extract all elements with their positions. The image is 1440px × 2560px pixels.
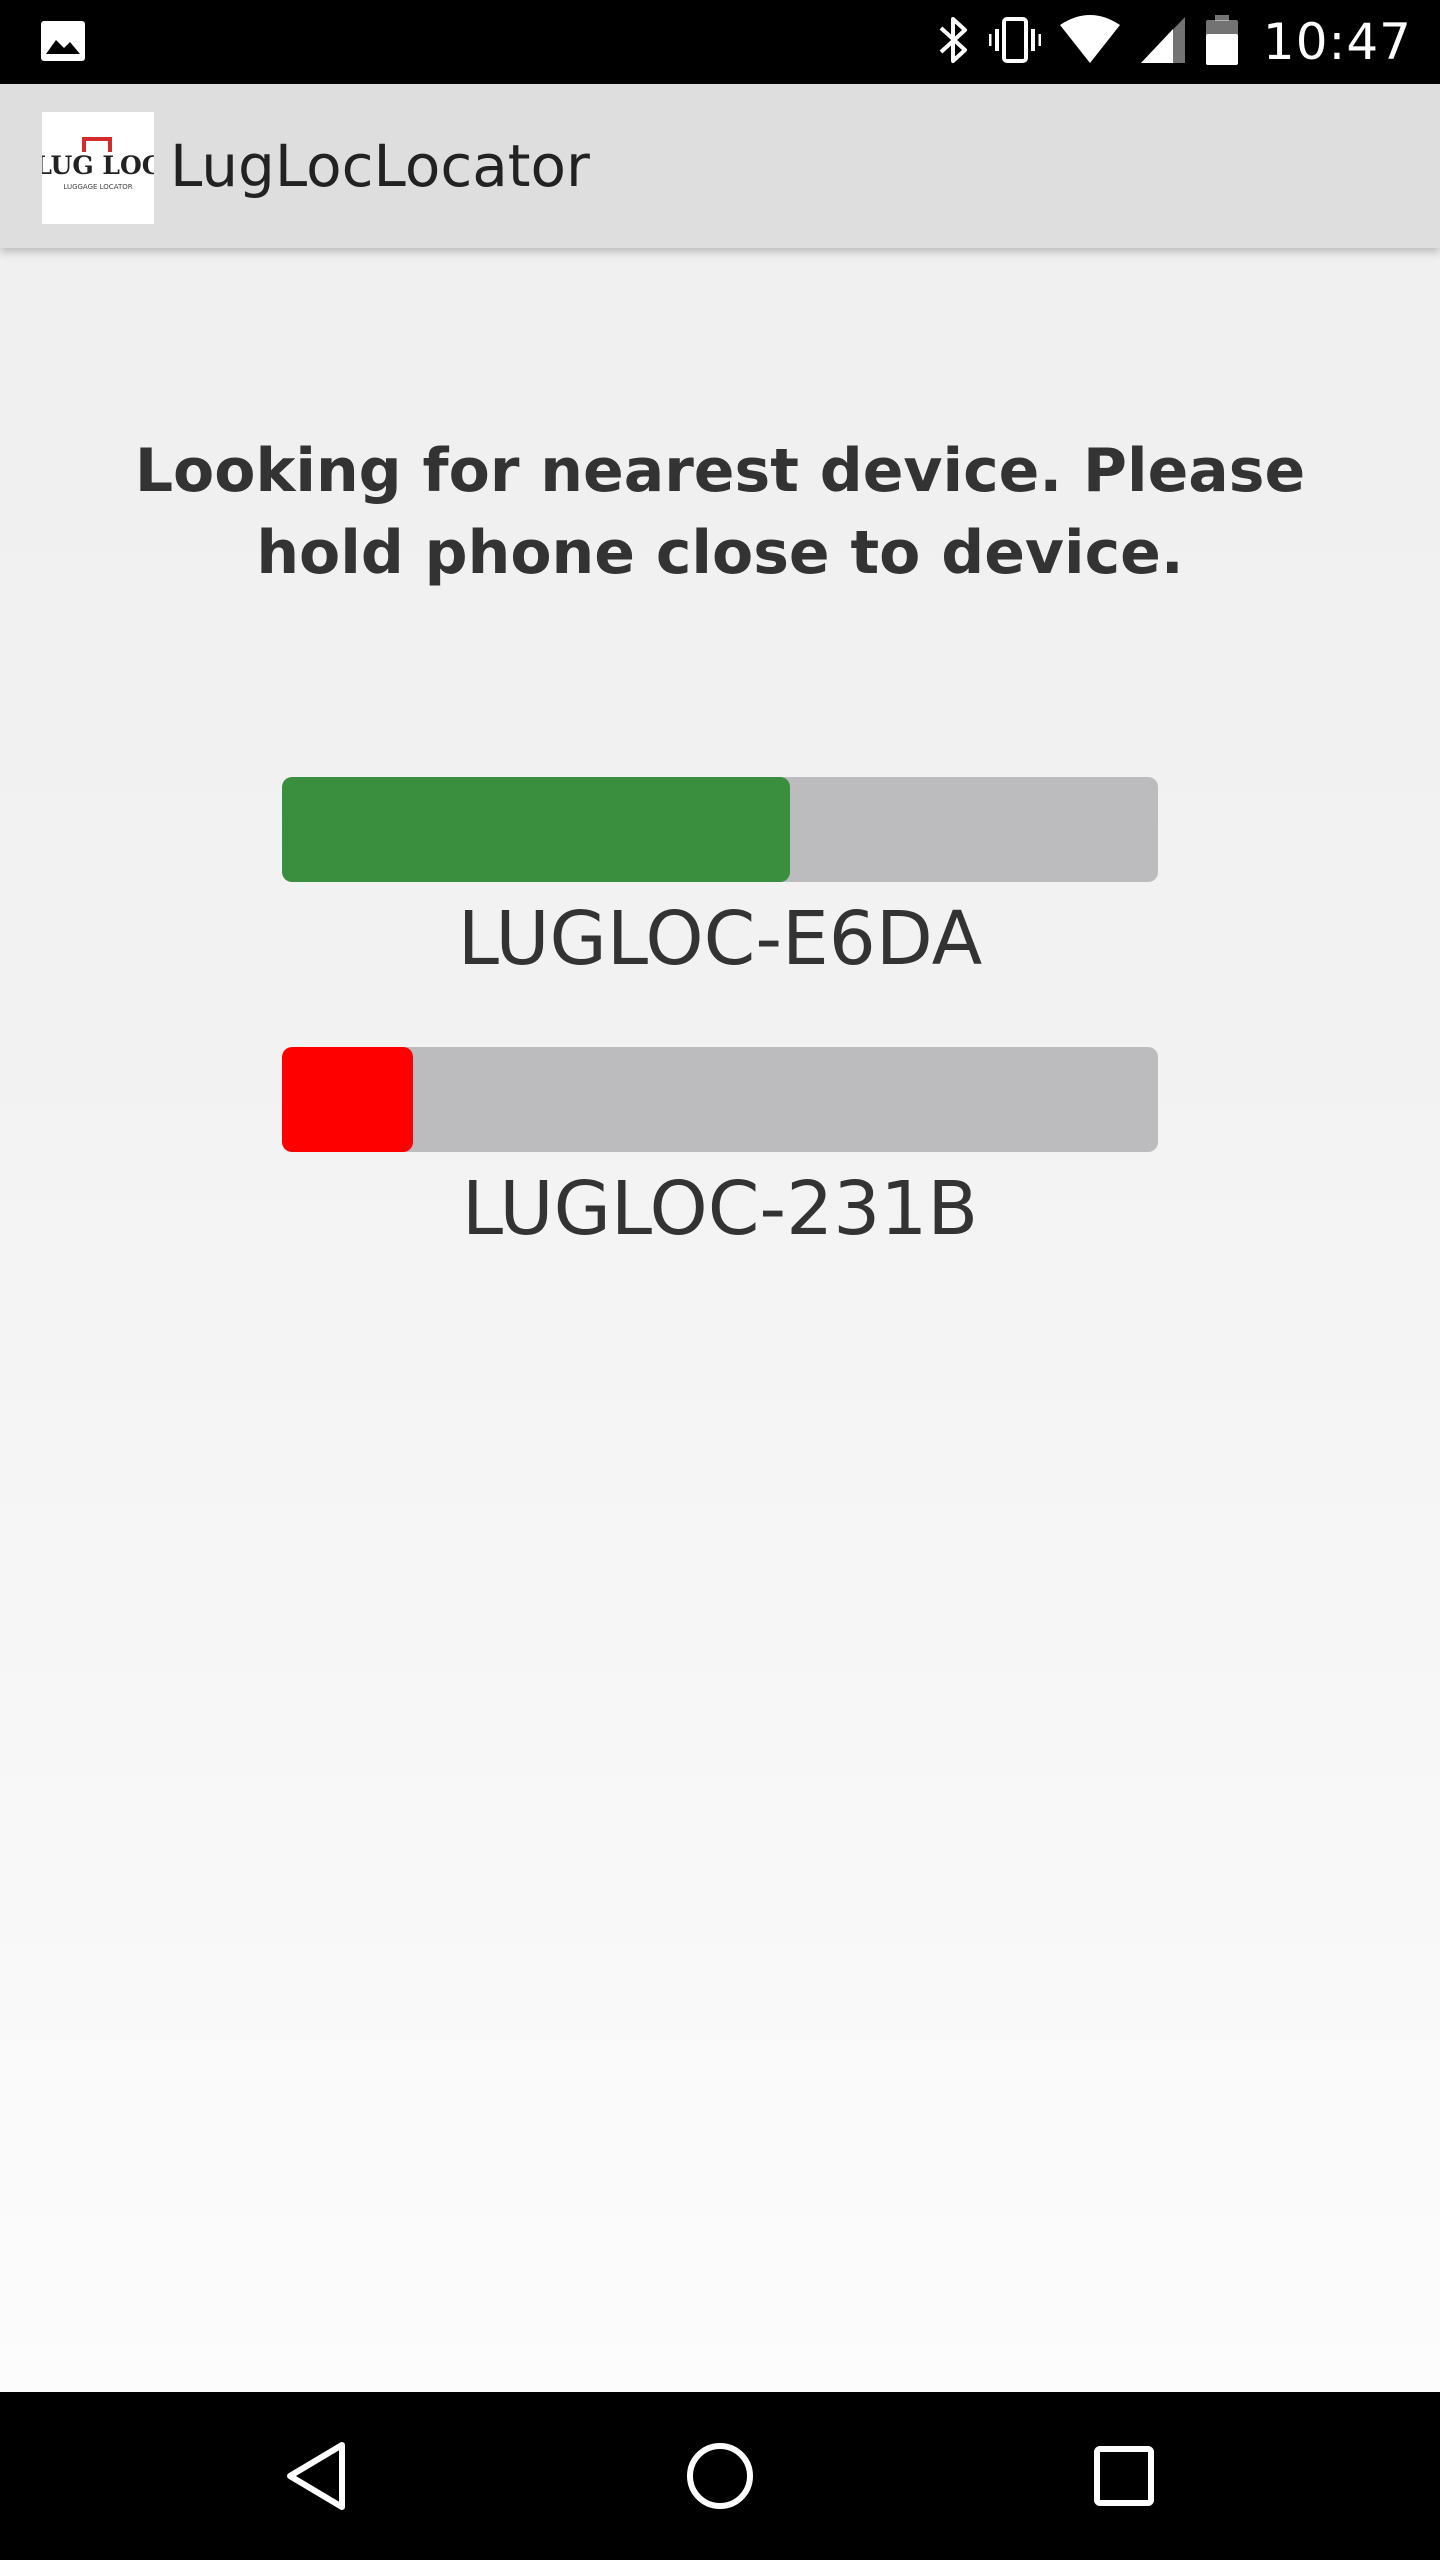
back-icon <box>287 2442 345 2510</box>
screen: 10:47 LUG LOC LUGGAGE LOCATOR LugLocLoca… <box>0 0 1440 2560</box>
status-bar: 10:47 <box>0 0 1440 84</box>
logo-subtext: LUGGAGE LOCATOR <box>63 183 132 191</box>
home-icon <box>687 2443 753 2509</box>
device-name: LUGLOC-231B <box>461 1166 979 1252</box>
device-name: LUGLOC-E6DA <box>457 896 983 982</box>
status-icons: 10:47 <box>937 0 1412 84</box>
logo-text: LUG LOC <box>42 151 154 180</box>
recents-button[interactable] <box>1074 2426 1174 2526</box>
recents-icon <box>1094 2446 1154 2506</box>
signal-strength-bar <box>282 777 1158 882</box>
signal-strength-fill <box>282 777 791 882</box>
app-title: LugLocLocator <box>170 132 590 200</box>
image-notification-icon <box>40 20 86 62</box>
battery-icon <box>1205 14 1239 70</box>
cellular-signal-icon <box>1139 15 1187 69</box>
signal-strength-bar <box>282 1047 1158 1152</box>
device-item[interactable]: LUGLOC-E6DA <box>282 777 1158 982</box>
bluetooth-icon <box>937 14 971 70</box>
back-button[interactable] <box>266 2426 366 2526</box>
app-logo[interactable]: LUG LOC LUGGAGE LOCATOR <box>34 112 162 224</box>
device-item[interactable]: LUGLOC-231B <box>282 1047 1158 1252</box>
wifi-icon <box>1059 15 1121 69</box>
navigation-bar <box>0 2392 1440 2560</box>
signal-strength-fill <box>282 1047 414 1152</box>
app-bar: LUG LOC LUGGAGE LOCATOR LugLocLocator <box>0 84 1440 248</box>
home-button[interactable] <box>670 2426 770 2526</box>
vibrate-icon <box>988 15 1042 69</box>
status-time: 10:47 <box>1262 13 1412 71</box>
instructions-text: Looking for nearest device. Please hold … <box>134 436 1306 588</box>
